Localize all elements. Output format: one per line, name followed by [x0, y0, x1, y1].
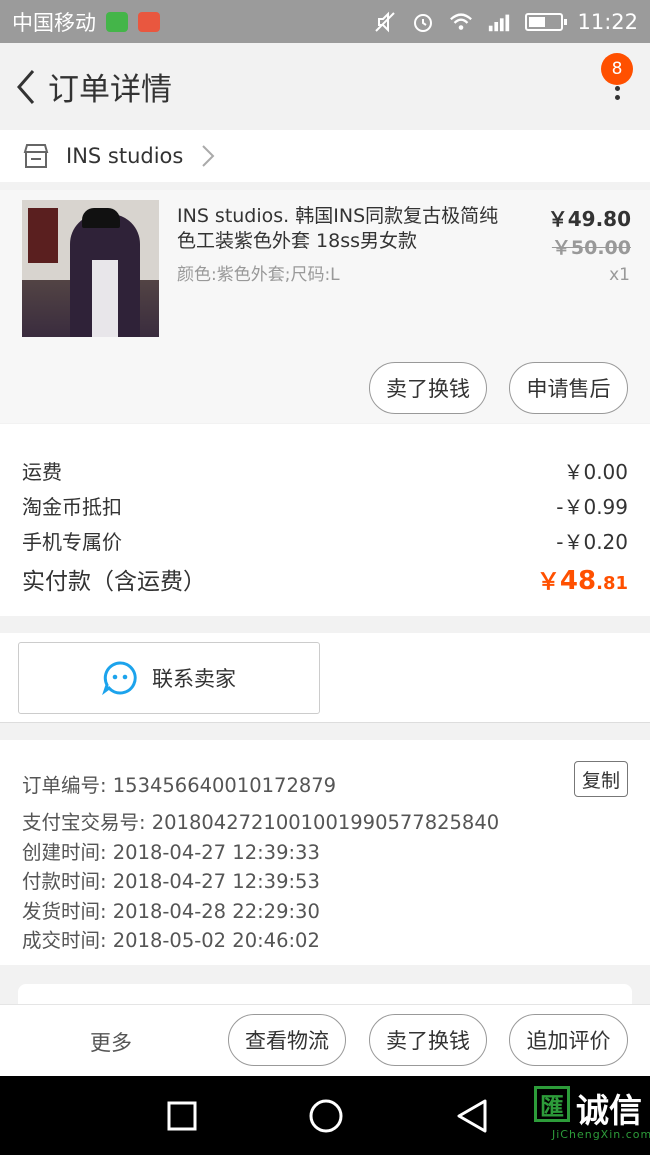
cost-value: ￥0.00 — [563, 460, 628, 484]
mail-icon — [138, 11, 160, 32]
order-number: 订单编号: 153456640010172879 — [22, 774, 337, 797]
add-review-button[interactable]: 追加评价 — [509, 1014, 628, 1066]
contact-seller-label: 联系卖家 — [152, 667, 236, 691]
carrier-name: 中国移动 — [12, 10, 96, 35]
title-bar: 订单详情 8 — [0, 43, 650, 130]
cost-row-total: 实付款（含运费） ￥48.81 — [22, 562, 628, 596]
order-info: 订单编号: 153456640010172879 复制 支付宝交易号: 2018… — [0, 740, 650, 965]
contact-seller-button[interactable]: 联系卖家 — [18, 642, 320, 714]
nav-back-icon[interactable] — [455, 1098, 489, 1134]
cost-value: -￥0.99 — [556, 495, 628, 519]
total-integer: 48 — [559, 566, 597, 596]
created-time: 创建时间: 2018-04-27 12:39:33 — [22, 841, 320, 864]
copy-button[interactable]: 复制 — [574, 761, 628, 797]
alarm-icon — [411, 10, 435, 34]
home-icon[interactable] — [308, 1098, 344, 1134]
cost-summary: 运费 ￥0.00 淘金币抵扣 -￥0.99 手机专属价 -￥0.20 实付款（含… — [0, 424, 650, 616]
cost-label: 淘金币抵扣 — [22, 495, 122, 519]
after-sale-button[interactable]: 申请售后 — [509, 362, 628, 414]
wechat-icon — [106, 11, 128, 32]
alipay-number: 支付宝交易号: 2018042721001001990577825840 — [22, 811, 500, 834]
chevron-right-icon — [202, 145, 215, 167]
shipped-time: 发货时间: 2018-04-28 22:29:30 — [22, 900, 320, 923]
product-card[interactable]: INS studios. 韩国INS同款复古极简纯色工装紫色外套 18ss男女款… — [0, 190, 650, 423]
back-arrow-icon[interactable] — [4, 57, 48, 117]
cost-row-coin-deduction: 淘金币抵扣 -￥0.99 — [22, 491, 628, 520]
bottom-action-bar: 更多 查看物流 卖了换钱 追加评价 — [0, 1004, 650, 1076]
notification-badge: 8 — [601, 53, 633, 85]
sell-for-cash-button[interactable]: 卖了换钱 — [369, 1014, 487, 1066]
cost-value: -￥0.20 — [556, 530, 628, 554]
product-spec: 颜色:紫色外套;尺码:L — [177, 265, 340, 285]
watermark-domain: JiChengXin.com — [552, 1128, 650, 1141]
chat-face-icon — [102, 661, 137, 696]
cost-label: 手机专属价 — [22, 530, 122, 554]
recent-apps-icon[interactable] — [166, 1100, 198, 1132]
mute-icon — [373, 10, 397, 34]
product-thumbnail[interactable] — [22, 200, 159, 337]
total-decimal: .81 — [596, 573, 628, 594]
sell-for-cash-button[interactable]: 卖了换钱 — [369, 362, 487, 414]
watermark-logo: 匯 诚信 JiChengXin.com — [534, 1082, 650, 1146]
system-nav-bar: 匯 诚信 JiChengXin.com — [0, 1076, 650, 1155]
more-link[interactable]: 更多 — [90, 1027, 132, 1057]
watermark-mark: 匯 — [534, 1086, 570, 1122]
cost-row-shipping: 运费 ￥0.00 — [22, 456, 628, 485]
page-title: 订单详情 — [48, 72, 172, 108]
wifi-icon — [449, 10, 473, 34]
shop-name: INS studios — [66, 144, 184, 168]
product-price: ￥49.80 — [547, 207, 631, 231]
battery-icon — [525, 12, 568, 31]
product-original-price: ￥50.00 — [551, 237, 631, 259]
contact-section: 联系卖家 — [0, 633, 650, 723]
paid-time: 付款时间: 2018-04-27 12:39:53 — [22, 870, 320, 893]
status-time: 11:22 — [577, 9, 638, 34]
watermark-text: 诚信 — [576, 1091, 642, 1130]
view-logistics-button[interactable]: 查看物流 — [228, 1014, 346, 1066]
total-amount: ￥48.81 — [537, 562, 628, 596]
signal-icon — [487, 10, 511, 34]
cost-row-mobile-price: 手机专属价 -￥0.20 — [22, 526, 628, 555]
total-label: 实付款（含运费） — [22, 569, 206, 595]
shop-row[interactable]: INS studios — [0, 130, 650, 182]
shop-icon — [23, 144, 49, 168]
cost-label: 运费 — [22, 460, 62, 484]
total-currency: ￥ — [536, 569, 560, 595]
status-bar: 中国移动 11:22 — [0, 0, 650, 43]
product-title: INS studios. 韩国INS同款复古极简纯色工装紫色外套 18ss男女款 — [177, 205, 499, 252]
completed-time: 成交时间: 2018-05-02 20:46:02 — [22, 929, 320, 952]
product-quantity: x1 — [609, 265, 630, 285]
